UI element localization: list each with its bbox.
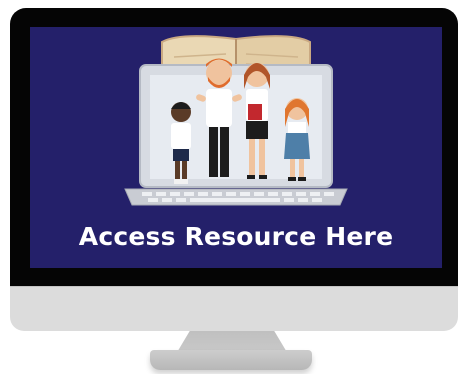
monitor-screen[interactable]: Access Resource Here xyxy=(30,27,442,268)
access-resource-headline[interactable]: Access Resource Here xyxy=(30,222,442,251)
monitor-stand-base xyxy=(150,350,312,370)
keyboard-icon xyxy=(124,188,348,206)
monitor-chin xyxy=(10,286,458,331)
education-illustration xyxy=(124,35,348,206)
desktop-monitor: Access Resource Here xyxy=(10,8,458,331)
